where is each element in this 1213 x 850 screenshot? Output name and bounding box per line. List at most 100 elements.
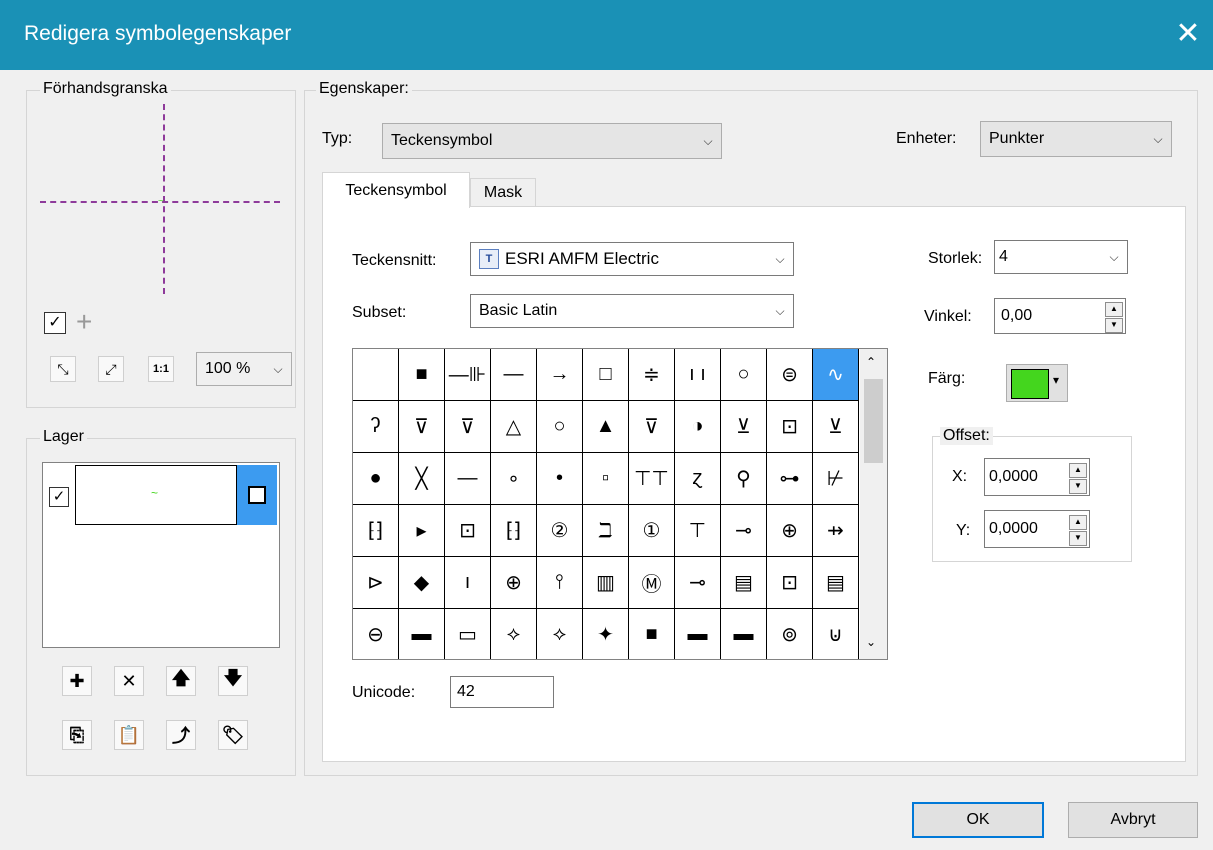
spin-down-icon[interactable]: ▼: [1069, 479, 1087, 494]
glyph-cell[interactable]: ▤: [721, 557, 767, 609]
glyph-cell[interactable]: ⊤⊤: [629, 453, 675, 505]
angle-spinner[interactable]: ▲ ▼: [1105, 302, 1123, 334]
glyph-cell[interactable]: ■: [399, 349, 445, 401]
scroll-up-icon[interactable]: ⌃: [866, 355, 876, 369]
close-icon[interactable]: ✕: [1168, 14, 1208, 54]
tab-mask[interactable]: Mask: [470, 178, 536, 206]
subset-select[interactable]: Basic Latin ⌵: [470, 294, 794, 328]
glyph-cell[interactable]: ⊽: [399, 401, 445, 453]
glyph-cell[interactable]: ⇸: [813, 505, 859, 557]
glyph-cell[interactable]: ⫯: [537, 557, 583, 609]
glyph-cell[interactable]: ✦: [583, 609, 629, 659]
remove-layer-button[interactable]: ✕: [114, 666, 144, 696]
glyph-cell[interactable]: ⊍: [813, 609, 859, 659]
glyph-cell[interactable]: ●: [353, 453, 399, 505]
move-down-button[interactable]: 🡇: [218, 666, 248, 696]
glyph-cell[interactable]: ℶ: [583, 505, 629, 557]
layer-item[interactable]: ~: [75, 465, 237, 525]
plus-icon[interactable]: +: [76, 306, 92, 338]
zoom-fit-button[interactable]: ⤡: [50, 356, 76, 382]
ok-button[interactable]: OK: [912, 802, 1044, 838]
offset-y-spinner[interactable]: ▲ ▼: [1069, 515, 1087, 547]
glyph-cell[interactable]: ◆: [399, 557, 445, 609]
layer-lock-icon[interactable]: [237, 465, 277, 525]
type-select[interactable]: Teckensymbol ⌵: [382, 123, 722, 159]
spin-up-icon[interactable]: ▲: [1069, 463, 1087, 478]
font-select[interactable]: T ESRI AMFM Electric ⌵: [470, 242, 794, 276]
glyph-cell[interactable]: ⊻: [721, 401, 767, 453]
color-picker-button[interactable]: ▾: [1006, 364, 1068, 402]
glyph-cell[interactable]: ⊳: [353, 557, 399, 609]
glyph-cell[interactable]: —: [445, 453, 491, 505]
glyph-cell[interactable]: ⊜: [767, 349, 813, 401]
unicode-input[interactable]: 42: [450, 676, 554, 708]
scroll-down-icon[interactable]: ⌄: [866, 635, 876, 649]
add-layer-button[interactable]: ✚: [62, 666, 92, 696]
glyph-cell[interactable]: ∿: [813, 349, 859, 401]
glyph-cell[interactable]: [353, 349, 399, 401]
glyph-cell[interactable]: ▭: [445, 609, 491, 659]
glyph-cell[interactable]: ʔ: [353, 401, 399, 453]
glyph-cell[interactable]: ⊕: [491, 557, 537, 609]
glyph-cell[interactable]: ▬: [675, 609, 721, 659]
glyph-cell[interactable]: ▸: [399, 505, 445, 557]
paste-button[interactable]: 📋: [114, 720, 144, 750]
spin-up-icon[interactable]: ▲: [1105, 302, 1123, 317]
glyph-cell[interactable]: ▫: [583, 453, 629, 505]
glyph-cell[interactable]: ⟡: [491, 609, 537, 659]
glyph-cell[interactable]: ⟡: [537, 609, 583, 659]
glyph-cell[interactable]: ⊤: [675, 505, 721, 557]
glyph-cell[interactable]: ⊸: [721, 505, 767, 557]
glyph-cell[interactable]: ⊖: [353, 609, 399, 659]
glyph-cell[interactable]: ⊽: [445, 401, 491, 453]
glyph-cell[interactable]: ⁅⁆: [353, 505, 399, 557]
glyph-cell[interactable]: ⊽: [629, 401, 675, 453]
glyph-cell[interactable]: ⊡: [767, 401, 813, 453]
spin-down-icon[interactable]: ▼: [1105, 318, 1123, 333]
glyph-cell[interactable]: ⊻: [813, 401, 859, 453]
glyph-cell[interactable]: ⊬: [813, 453, 859, 505]
glyph-cell[interactable]: ⚲: [721, 453, 767, 505]
glyph-cell[interactable]: ⊶: [767, 453, 813, 505]
glyph-cell[interactable]: ①: [629, 505, 675, 557]
glyph-cell[interactable]: ⊕: [767, 505, 813, 557]
copy-button[interactable]: ⎘: [62, 720, 92, 750]
scroll-thumb[interactable]: [864, 379, 883, 463]
glyph-cell[interactable]: ⊚: [767, 609, 813, 659]
glyph-cell[interactable]: →: [537, 349, 583, 401]
cancel-button[interactable]: Avbryt: [1068, 802, 1198, 838]
glyph-cell[interactable]: ▲: [583, 401, 629, 453]
preview-checkbox[interactable]: ✓: [44, 312, 66, 334]
glyph-cell[interactable]: Ⓜ: [629, 557, 675, 609]
layer-list[interactable]: ✓ ~: [42, 462, 280, 648]
glyph-cell[interactable]: ○: [721, 349, 767, 401]
offset-x-input[interactable]: 0,0000 ▲ ▼: [984, 458, 1090, 496]
glyph-cell[interactable]: ╳: [399, 453, 445, 505]
glyph-cell[interactable]: △: [491, 401, 537, 453]
glyph-cell[interactable]: □: [583, 349, 629, 401]
glyph-cell[interactable]: ∘: [491, 453, 537, 505]
glyph-grid[interactable]: ■ —⊪ — → □ ≑ ı ı ○ ⊜ ∿ ʔ ⊽ ⊽ △ ○ ▲ ⊽ ◑ ⊻ ⊡ ⊻ ● ╳ — ∘ • ▫ ⊤⊤ ɀ ⚲ ⊶ ⊬ ⁅⁆ ▸ ⊡…: [352, 348, 888, 660]
glyph-cell[interactable]: ɀ: [675, 453, 721, 505]
glyph-cell[interactable]: ■: [629, 609, 675, 659]
size-select[interactable]: 4 ⌵: [994, 240, 1128, 274]
actual-size-button[interactable]: 1:1: [148, 356, 174, 382]
glyph-cell[interactable]: ○: [537, 401, 583, 453]
spin-up-icon[interactable]: ▲: [1069, 515, 1087, 530]
layer-checkbox[interactable]: ✓: [49, 487, 69, 507]
glyph-cell[interactable]: ⊡: [767, 557, 813, 609]
glyph-cell[interactable]: —⊪: [445, 349, 491, 401]
glyph-cell[interactable]: ı ı: [675, 349, 721, 401]
glyph-cell[interactable]: ▬: [399, 609, 445, 659]
zoom-select[interactable]: 100 % ⌵: [196, 352, 292, 386]
zoom-full-button[interactable]: ⤢: [98, 356, 124, 382]
spin-down-icon[interactable]: ▼: [1069, 531, 1087, 546]
glyph-cell[interactable]: ⊡: [445, 505, 491, 557]
offset-y-input[interactable]: 0,0000 ▲ ▼: [984, 510, 1090, 548]
glyph-grid-scrollbar[interactable]: ⌃ ⌄: [860, 349, 887, 659]
glyph-cell[interactable]: ≑: [629, 349, 675, 401]
glyph-cell[interactable]: ▥: [583, 557, 629, 609]
glyph-cell[interactable]: ⁅⁆: [491, 505, 537, 557]
glyph-cell[interactable]: ▤: [813, 557, 859, 609]
glyph-cell[interactable]: •: [537, 453, 583, 505]
